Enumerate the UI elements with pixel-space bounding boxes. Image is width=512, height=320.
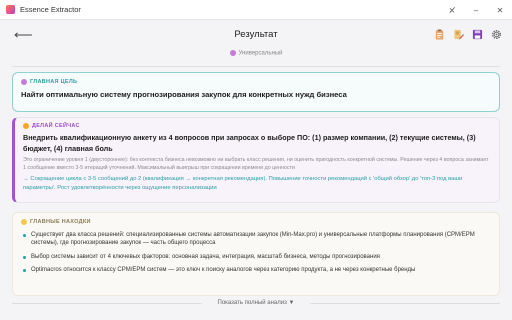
close-button[interactable]: ✕ — [488, 6, 512, 15]
mode-icon — [229, 50, 236, 56]
divider-left — [12, 303, 202, 304]
window-title: Essence Extractor — [20, 5, 81, 14]
do-now-text: Внедрить квалификационную анкету из 4 во… — [23, 133, 476, 153]
mode-label: Универсальный — [238, 50, 283, 57]
key-findings-card: ГЛАВНЫЕ НАХОДКИ Существует два класса ре… — [12, 212, 500, 296]
finding-text: Существует два класса решений: специализ… — [31, 232, 475, 247]
document-edit-icon[interactable] — [453, 29, 464, 40]
minimize-button[interactable]: – — [464, 6, 488, 15]
finding-text: Выбор системы зависит от 4 ключевых факт… — [31, 253, 380, 260]
bullet-icon — [23, 234, 26, 237]
do-now-result: → Сокращение цикла с 3-5 сообщений до 2 … — [23, 176, 463, 191]
bullet-icon — [23, 268, 26, 272]
key-findings-header: ГЛАВНЫЕ НАХОДКИ — [21, 219, 491, 225]
main-goal-label: ГЛАВНАЯ ЦЕЛЬ — [30, 79, 78, 85]
list-item: Выбор системы зависит от 4 ключевых факт… — [21, 253, 491, 261]
app-logo-icon — [6, 5, 15, 14]
main-goal-card: ГЛАВНАЯ ЦЕЛЬ Найти оптимальную систему п… — [12, 72, 500, 112]
toolbar — [434, 29, 502, 40]
main-goal-header: ГЛАВНАЯ ЦЕЛЬ — [21, 79, 491, 85]
main-goal-text: Найти оптимальную систему прогнозировани… — [21, 90, 347, 99]
key-findings-label: ГЛАВНЫЕ НАХОДКИ — [30, 219, 91, 225]
lightbulb-icon — [21, 219, 27, 225]
list-item: Optimacros относится к классу CPM/EPM си… — [21, 266, 491, 274]
do-now-label: ДЕЛАЙ СЕЙЧАС — [32, 123, 80, 129]
chevron-down-icon: ▼ — [288, 300, 295, 306]
show-full-analysis-button[interactable]: Показать полный анализ ▼ — [0, 300, 512, 306]
settings-gear-icon[interactable] — [491, 29, 502, 40]
clipboard-icon[interactable] — [434, 29, 445, 40]
show-full-label: Показать полный анализ — [217, 300, 287, 306]
do-now-card: ДЕЛАЙ СЕЙЧАС Внедрить квалификационную а… — [12, 117, 500, 203]
save-icon[interactable] — [472, 29, 483, 40]
list-item: Существует два класса решений: специализ… — [21, 231, 491, 248]
lightning-icon — [23, 123, 29, 129]
divider — [12, 66, 500, 67]
window-controls: ⨯̸ – ✕ — [440, 0, 512, 20]
target-icon — [21, 79, 27, 85]
header: ⟵ Результат — [0, 20, 512, 50]
pin-icon[interactable]: ⨯̸ — [440, 6, 464, 15]
mode-indicator[interactable]: Универсальный — [0, 50, 512, 62]
finding-text: Optimacros относится к классу CPM/EPM си… — [31, 266, 416, 273]
do-now-note: Это ограничение уровня 1 (двустороннее):… — [23, 157, 489, 171]
bullet-icon — [23, 255, 26, 259]
divider-right — [310, 303, 500, 304]
findings-list: Существует два класса решений: специализ… — [21, 231, 491, 274]
do-now-header: ДЕЛАЙ СЕЙЧАС — [23, 123, 491, 129]
title-bar: Essence Extractor ⨯̸ – ✕ — [0, 0, 512, 20]
